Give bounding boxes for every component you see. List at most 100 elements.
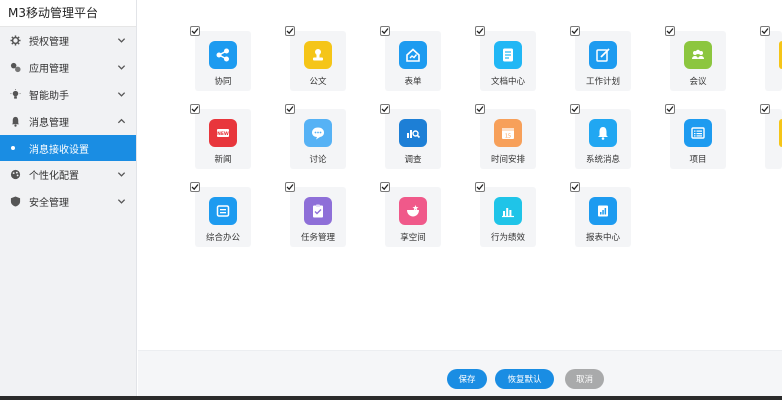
app-card-task-management[interactable]: 任务管理	[285, 182, 346, 247]
apps-icon	[9, 62, 21, 74]
app-label: 工作计划	[585, 77, 620, 87]
app-checkbox[interactable]	[190, 104, 200, 114]
app-checkbox[interactable]	[285, 26, 295, 36]
sidebar-subitem-message-settings[interactable]: 消息接收设置	[0, 135, 136, 161]
sidebar-item-authorization[interactable]: 授权管理	[0, 27, 136, 54]
app-card-project[interactable]: 项目	[665, 104, 726, 169]
share-icon	[209, 41, 237, 69]
app-card-news[interactable]: NEW 新闻	[190, 104, 251, 169]
checkmark-icon	[381, 184, 389, 191]
app-card-performance[interactable]: 行为绩效	[475, 182, 536, 247]
app-card-official-document[interactable]: 公文	[285, 26, 346, 91]
seal-icon	[304, 41, 332, 69]
save-button[interactable]: 保存	[447, 369, 487, 389]
app-label: 新闻	[214, 155, 232, 165]
app-card-share-space[interactable]: 享空间	[380, 182, 441, 247]
checkmark-icon	[571, 28, 579, 35]
app-label: 行为绩效	[490, 233, 525, 243]
app-checkbox[interactable]	[760, 104, 770, 114]
app-checkbox[interactable]	[475, 26, 485, 36]
app-card-discussion[interactable]: 讨论	[285, 104, 346, 169]
app-label: 项目	[689, 155, 707, 165]
app-label: 调查	[404, 155, 422, 165]
bell-icon	[589, 119, 617, 147]
chevron-down-icon	[117, 92, 126, 97]
app-checkbox[interactable]	[665, 26, 675, 36]
app-checkbox[interactable]	[570, 26, 580, 36]
bullet-icon	[11, 146, 15, 150]
app-checkbox[interactable]	[570, 104, 580, 114]
app-card-partial[interactable]	[760, 26, 782, 91]
app-card-meeting[interactable]: 会议	[665, 26, 726, 91]
sidebar-item-personalization[interactable]: 个性化配置	[0, 161, 136, 188]
task-icon	[304, 197, 332, 225]
report-icon	[589, 197, 617, 225]
app-checkbox[interactable]	[760, 26, 770, 36]
checkmark-icon	[476, 106, 484, 113]
project-icon	[684, 119, 712, 147]
app-card-document-center[interactable]: 文档中心	[475, 26, 536, 91]
cancel-button[interactable]: 取消	[565, 369, 604, 389]
app-checkbox[interactable]	[475, 104, 485, 114]
app-label: 公文	[309, 77, 327, 87]
app-checkbox[interactable]	[380, 26, 390, 36]
app-card-work-plan[interactable]: 工作计划	[570, 26, 631, 91]
gear-icon	[9, 35, 21, 47]
app-checkbox[interactable]	[380, 182, 390, 192]
sidebar-item-label: 智能助手	[29, 91, 69, 102]
sidebar-item-label: 消息管理	[29, 118, 69, 129]
chevron-up-icon	[117, 118, 126, 124]
app-checkbox[interactable]	[475, 182, 485, 192]
checkmark-icon	[476, 184, 484, 191]
app-label: 系统消息	[585, 155, 620, 165]
checkmark-icon	[571, 106, 579, 113]
checkmark-icon	[571, 184, 579, 191]
sidebar-item-security[interactable]: 安全管理	[0, 188, 136, 215]
calendar-date-text: 15	[505, 134, 511, 140]
document-icon	[494, 41, 522, 69]
app-checkbox[interactable]	[570, 182, 580, 192]
app-checkbox[interactable]	[285, 104, 295, 114]
checkmark-icon	[666, 106, 674, 113]
sidebar-item-label: 安全管理	[29, 198, 69, 209]
app-card-system-message[interactable]: 系统消息	[570, 104, 631, 169]
app-label: 报表中心	[585, 233, 620, 243]
app-checkbox[interactable]	[380, 104, 390, 114]
bell-icon	[9, 116, 21, 128]
chevron-down-icon	[117, 199, 126, 204]
app-card-report-center[interactable]: 报表中心	[570, 182, 631, 247]
main-content: 协同 公文 表单 文档中心 工作计划 会议 NEW 新闻 讨论 调查 15 时间…	[138, 0, 782, 400]
checkmark-icon	[191, 184, 199, 191]
restore-default-button[interactable]: 恢复默认	[495, 369, 554, 389]
app-card-form[interactable]: 表单	[380, 26, 441, 91]
app-checkbox[interactable]	[190, 26, 200, 36]
app-card-collaboration[interactable]: 协同	[190, 26, 251, 91]
sidebar-menu: 授权管理 应用管理 智能助手 消息管理 消息接收设置 个性化配置 安全管理	[0, 27, 136, 215]
news-icon: NEW	[209, 119, 237, 147]
app-label: 享空间	[400, 233, 426, 243]
chevron-down-icon	[117, 65, 126, 70]
sidebar-item-assistant[interactable]: 智能助手	[0, 81, 136, 108]
checkmark-icon	[286, 106, 294, 113]
sidebar-item-messages[interactable]: 消息管理	[0, 108, 136, 135]
sidebar-item-label: 授权管理	[29, 37, 69, 48]
app-checkbox[interactable]	[285, 182, 295, 192]
space-icon	[399, 197, 427, 225]
footer-bar: 保存 恢复默认 取消	[138, 350, 782, 396]
app-card-partial[interactable]	[760, 104, 782, 169]
app-checkbox[interactable]	[665, 104, 675, 114]
app-checkbox[interactable]	[190, 182, 200, 192]
checkmark-icon	[476, 28, 484, 35]
app-card-survey[interactable]: 调查	[380, 104, 441, 169]
sidebar: M3移动管理平台 授权管理 应用管理 智能助手 消息管理 消息接收设置 个性化配…	[0, 0, 137, 396]
app-card-schedule[interactable]: 15 时间安排	[475, 104, 536, 169]
meeting-icon	[684, 41, 712, 69]
taskbar-strip	[0, 396, 782, 400]
office-icon	[209, 197, 237, 225]
app-card-general-office[interactable]: 综合办公	[190, 182, 251, 247]
news-badge-text: NEW	[217, 131, 229, 137]
sidebar-item-apps[interactable]: 应用管理	[0, 54, 136, 81]
survey-icon	[399, 119, 427, 147]
checkmark-icon	[666, 28, 674, 35]
chevron-down-icon	[117, 38, 126, 43]
